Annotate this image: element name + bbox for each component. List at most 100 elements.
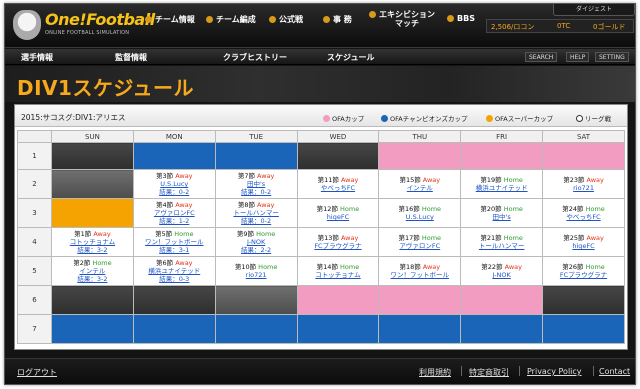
result-link[interactable]: 結果：0-3	[134, 275, 214, 283]
app-frame: One!Football ONLINE FOOTBALL SIMULATION …	[4, 3, 636, 385]
opponent-link[interactable]: アヴァロンFC	[134, 209, 214, 217]
match-cell: 第20節 Home 田中's	[460, 198, 544, 228]
opponent-link[interactable]: インテル	[380, 184, 460, 192]
calendar-cell	[542, 142, 625, 170]
season-label: 2015:サコスグ:DIV1:アリエス	[21, 113, 126, 122]
ro-balance: 2,506/ロコン	[491, 23, 535, 31]
nav-bbs[interactable]: BBS	[447, 14, 475, 23]
commerce-law-link[interactable]: 特定商取引	[469, 367, 509, 378]
home-away-label: Away	[254, 201, 275, 209]
opponent-link[interactable]: アヴァロンFC	[380, 242, 460, 250]
bullet-icon	[206, 16, 213, 23]
result-link[interactable]: 結果：0-2	[134, 188, 214, 196]
opponent-link[interactable]: 横浜ユナイテッド	[134, 267, 214, 275]
opponent-link[interactable]: やべっちFC	[544, 213, 624, 221]
logo[interactable]: One!Football ONLINE FOOTBALL SIMULATION	[13, 8, 155, 44]
result-link[interactable]: 結果：3-1	[134, 246, 214, 254]
match-cell: 第21節 Home トールハンマー	[460, 227, 544, 257]
digest-button[interactable]: ダイジェスト	[553, 4, 635, 16]
contact-link[interactable]: Contact	[599, 367, 630, 376]
home-away-label: Home	[172, 230, 194, 238]
nav-team-formation[interactable]: チーム編成	[206, 14, 256, 25]
result-link[interactable]: 結果：0-2	[216, 188, 296, 196]
match-round: 第21節	[480, 234, 502, 242]
opponent-link[interactable]: U.S.Lucy	[134, 180, 214, 188]
calendar-cell	[460, 285, 544, 315]
nav-office[interactable]: 事 務	[323, 14, 352, 25]
opponent-link[interactable]: U.S.Lucy	[380, 213, 460, 221]
home-away-label: Home	[337, 205, 360, 213]
nav-exhibition-match[interactable]: エキシビション マッチ	[369, 10, 435, 28]
result-link[interactable]: 結果：3-2	[52, 246, 132, 254]
calendar-cell	[296, 285, 380, 315]
gold-balance: 0ゴールド	[593, 23, 626, 31]
setting-button[interactable]: SETTING	[595, 52, 629, 62]
calendar-cell	[214, 314, 298, 344]
nav-official-match[interactable]: 公式戦	[269, 14, 303, 25]
day-header: SAT	[542, 130, 625, 143]
subnav-player-info[interactable]: 選手情報	[21, 52, 53, 63]
match-round: 第22節	[481, 263, 503, 271]
opponent-link[interactable]: 田中's	[462, 213, 542, 221]
title-band: DIV1スケジュール	[5, 66, 635, 102]
legend-champions-cup: OFAチャンピオンズカップ	[381, 113, 468, 123]
subnav-club-history[interactable]: クラブヒストリー	[223, 52, 287, 63]
day-header: THU	[378, 130, 462, 143]
opponent-link[interactable]: ワン！フットボール	[380, 271, 460, 279]
result-link[interactable]: 結果：1-2	[134, 217, 214, 225]
match-cell: 第11節 Away やべっちFC	[296, 169, 380, 199]
match-round: 第4節	[155, 201, 174, 209]
schedule-header: 2015:サコスグ:DIV1:アリエス OFAカップ OFAチャンピオンズカップ…	[15, 105, 627, 127]
opponent-link[interactable]: rio721	[216, 271, 296, 279]
match-cell: 第24節 Home やべっちFC	[542, 198, 625, 228]
home-away-label: Away	[420, 176, 441, 184]
match-round: 第13節	[317, 234, 339, 242]
opponent-link[interactable]: やべっちFC	[298, 184, 378, 192]
result-link[interactable]: 結果：0-2	[216, 217, 296, 225]
week-number: 1	[17, 142, 52, 170]
opponent-link[interactable]: 横浜ユナイテッド	[462, 184, 542, 192]
footer-divider	[461, 366, 462, 376]
calendar-cell	[296, 314, 380, 344]
opponent-link[interactable]: higeFC	[544, 242, 624, 250]
opponent-link[interactable]: FCプラウグラナ	[544, 271, 624, 279]
match-round: 第11節	[317, 176, 339, 184]
opponent-link[interactable]: ワン！フットボール	[134, 238, 214, 246]
opponent-link[interactable]: rio721	[544, 184, 624, 192]
bullet-icon	[269, 16, 276, 23]
match-cell: 第12節 Home higeFC	[296, 198, 380, 228]
opponent-link[interactable]: J-NOK	[462, 271, 542, 279]
opponent-link[interactable]: 田中's	[216, 180, 296, 188]
match-round: 第19節	[480, 176, 502, 184]
subnav-manager-info[interactable]: 監督情報	[115, 52, 147, 63]
page-title: DIV1スケジュール	[17, 76, 195, 100]
calendar-cell	[51, 285, 134, 315]
calendar-cell	[214, 142, 298, 170]
result-link[interactable]: 結果：3-2	[52, 275, 132, 283]
blue-dot-icon	[381, 115, 388, 122]
match-cell: 第14節 Home コトッチョナム	[296, 256, 380, 286]
subnav-schedule[interactable]: スケジュール	[327, 52, 374, 63]
opponent-link[interactable]: コトッチョナム	[298, 271, 378, 279]
privacy-policy-link[interactable]: Privacy Policy	[527, 367, 582, 376]
logout-link[interactable]: ログアウト	[17, 367, 57, 378]
match-round: 第2節	[73, 259, 91, 267]
dog-logo-icon	[13, 10, 41, 40]
nav-team-info[interactable]: チーム情報	[145, 14, 195, 25]
opponent-link[interactable]: トールハンマー	[216, 209, 296, 217]
opponent-link[interactable]: higeFC	[298, 213, 378, 221]
search-button[interactable]: SEARCH	[525, 52, 558, 62]
calendar-cell	[132, 285, 216, 315]
terms-link[interactable]: 利用規約	[419, 367, 451, 378]
result-link[interactable]: 結果：2-2	[216, 246, 296, 254]
match-round: 第5節	[155, 230, 173, 238]
help-button[interactable]: HELP	[566, 52, 590, 62]
day-header: FRI	[460, 130, 544, 143]
opponent-link[interactable]: FCプラウグラナ	[298, 242, 378, 250]
opponent-link[interactable]: J-NOK	[216, 238, 296, 246]
match-cell: 第5節 Home ワン！フットボール 結果：3-1	[132, 227, 216, 257]
opponent-link[interactable]: コトッチョナム	[52, 238, 132, 246]
match-round: 第7節	[237, 172, 255, 180]
opponent-link[interactable]: トールハンマー	[462, 242, 542, 250]
opponent-link[interactable]: インテル	[52, 267, 132, 275]
